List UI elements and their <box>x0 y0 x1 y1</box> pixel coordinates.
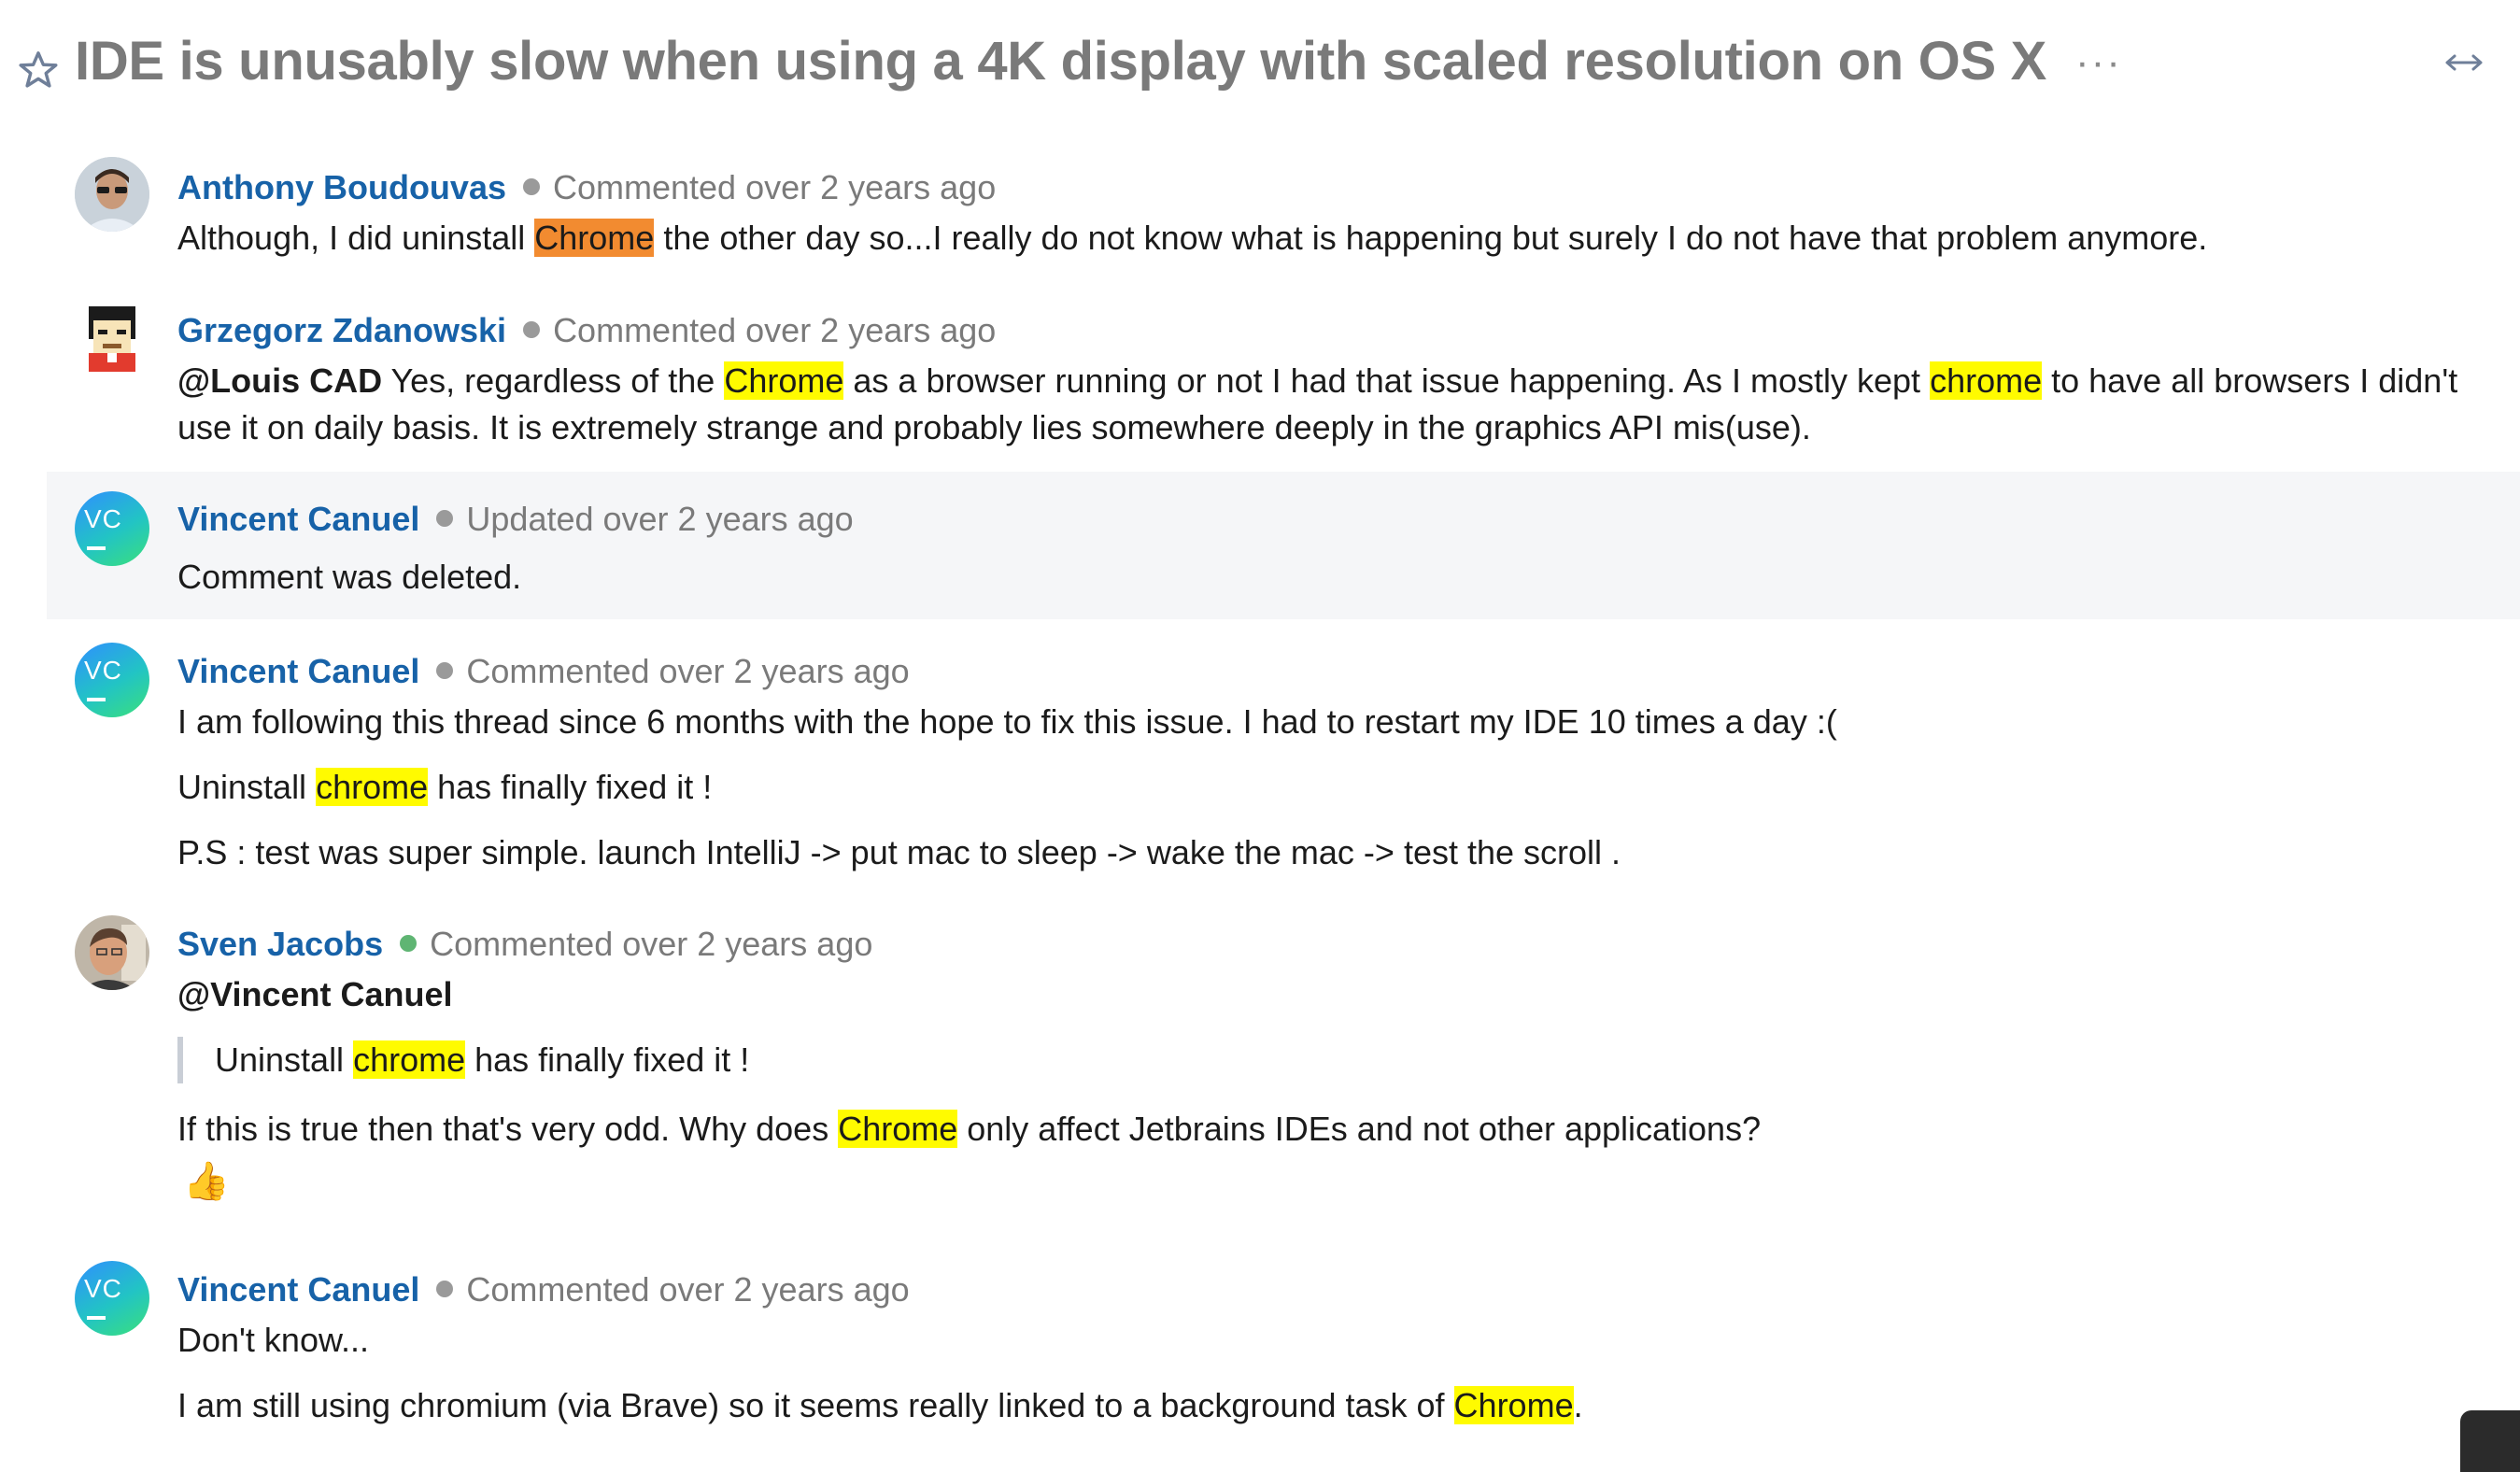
search-highlight: chrome <box>353 1040 466 1079</box>
floating-action-button[interactable] <box>2460 1410 2520 1472</box>
deleted-comment: VC Vincent Canuel Updated over 2 years ag… <box>47 472 2520 619</box>
search-highlight: chrome <box>316 768 429 806</box>
user-photo-icon <box>75 157 149 232</box>
comment: Grzegorz Zdanowski Commented over 2 years… <box>47 283 2520 460</box>
issue-title: IDE is unusably slow when using a 4K dis… <box>75 31 2047 92</box>
avatar[interactable] <box>75 157 149 232</box>
comment-paragraph: Don't know... <box>177 1321 369 1359</box>
author-link[interactable]: Grzegorz Zdanowski <box>177 311 506 349</box>
comment: VC Vincent Canuel Commented over 2 years … <box>47 1242 2520 1448</box>
comment-body: I am following this thread since 6 month… <box>177 699 2513 876</box>
comment: VC Vincent Canuel Commented over 2 years … <box>47 624 2520 885</box>
status-dot <box>523 321 541 338</box>
comment-body: @Louis CAD Yes, regardless of the Chrome… <box>177 358 2513 451</box>
comment-timestamp[interactable]: Commented over 2 years ago <box>466 1270 909 1309</box>
status-dot <box>436 662 454 679</box>
search-highlight: Chrome <box>724 361 844 400</box>
blockquote: Uninstall chrome has finally fixed it ! <box>177 1037 2513 1083</box>
avatar[interactable]: VC <box>75 1261 149 1336</box>
comment-paragraph: If this is true then that's very odd. Wh… <box>177 1110 1762 1148</box>
comment-header: Vincent Canuel Commented over 2 years ago <box>177 652 910 693</box>
comment-timestamp[interactable]: Commented over 2 years ago <box>553 311 996 349</box>
author-link[interactable]: Sven Jacobs <box>177 925 383 963</box>
avatar-initials: VC <box>84 504 122 533</box>
deleted-notice: Comment was deleted. <box>177 558 522 596</box>
search-highlight-current: Chrome <box>534 219 655 257</box>
comment: Sven Jacobs Commented over 2 years ago @V… <box>47 897 2520 1233</box>
comment-header: Vincent Canuel Commented over 2 years ago <box>177 1270 910 1311</box>
comment-header: Sven Jacobs Commented over 2 years ago <box>177 925 872 966</box>
comment-text: use it on daily basis. It is extremely s… <box>177 408 1811 446</box>
status-dot <box>436 510 454 527</box>
issue-header: IDE is unusably slow when using a 4K dis… <box>0 21 2520 114</box>
comment-timestamp[interactable]: Commented over 2 years ago <box>466 652 909 690</box>
avatar-initials: VC <box>84 656 122 685</box>
status-dot <box>436 1281 454 1297</box>
pixel-avatar-icon <box>89 306 135 372</box>
expand-width-icon[interactable] <box>2443 49 2485 77</box>
comment-paragraph: Uninstall chrome has finally fixed it ! <box>177 768 713 806</box>
comment-timestamp[interactable]: Commented over 2 years ago <box>430 925 872 963</box>
avatar[interactable]: VC <box>75 491 149 566</box>
comment-body: Comment was deleted. <box>177 554 2513 601</box>
search-highlight: chrome <box>1930 361 2043 400</box>
comment-paragraph: I am still using chromium (via Brave) so… <box>177 1386 1583 1424</box>
user-photo-icon <box>75 915 149 990</box>
comment-paragraph: I am following this thread since 6 month… <box>177 702 1837 741</box>
search-highlight: Chrome <box>838 1110 958 1148</box>
user-mention[interactable]: @Vincent Canuel <box>177 971 2513 1018</box>
author-link[interactable]: Anthony Boudouvas <box>177 168 506 206</box>
comment-header: Vincent Canuel Updated over 2 years ago <box>177 500 854 541</box>
comment-paragraph: P.S : test was super simple. launch Inte… <box>177 833 1621 871</box>
status-dot <box>522 178 540 195</box>
avatar[interactable] <box>75 915 149 990</box>
comment-text: as a browser running or not I had that i… <box>843 361 1931 400</box>
author-link[interactable]: Vincent Canuel <box>177 1270 419 1309</box>
comment-header: Anthony Boudouvas Commented over 2 years … <box>177 168 996 209</box>
comment: Anthony Boudouvas Commented over 2 years … <box>47 140 2520 280</box>
comment-text: Although, I did uninstall <box>177 219 535 257</box>
comment-timestamp[interactable]: Commented over 2 years ago <box>553 168 996 206</box>
avatar[interactable] <box>75 302 149 376</box>
star-icon[interactable] <box>17 49 60 92</box>
search-highlight: Chrome <box>1453 1386 1574 1424</box>
more-options-button[interactable]: ··· <box>2075 39 2122 86</box>
comment-body: Although, I did uninstall Chrome the oth… <box>177 215 2513 262</box>
comment-header: Grzegorz Zdanowski Commented over 2 years… <box>177 311 996 352</box>
issue-page: IDE is unusably slow when using a 4K dis… <box>0 0 2520 1472</box>
comment-body: @Vincent Canuel Uninstall chrome has fin… <box>177 971 2513 1205</box>
comment-text: the other day so...I really do not know … <box>654 219 2208 257</box>
comment-text: Yes, regardless of the <box>382 361 725 400</box>
comment-timestamp[interactable]: Updated over 2 years ago <box>466 500 853 538</box>
online-status-dot <box>400 935 418 952</box>
avatar-initials: VC <box>84 1274 122 1303</box>
author-link[interactable]: Vincent Canuel <box>177 652 419 690</box>
author-link[interactable]: Vincent Canuel <box>177 500 419 538</box>
user-mention[interactable]: @Louis CAD <box>177 361 382 400</box>
comment-body: Don't know... I am still using chromium … <box>177 1317 2513 1429</box>
avatar[interactable]: VC <box>75 643 149 717</box>
comment-text: to have all browsers I didn't <box>2042 361 2458 400</box>
thumbs-up-reaction[interactable]: 👍 <box>183 1158 2513 1205</box>
